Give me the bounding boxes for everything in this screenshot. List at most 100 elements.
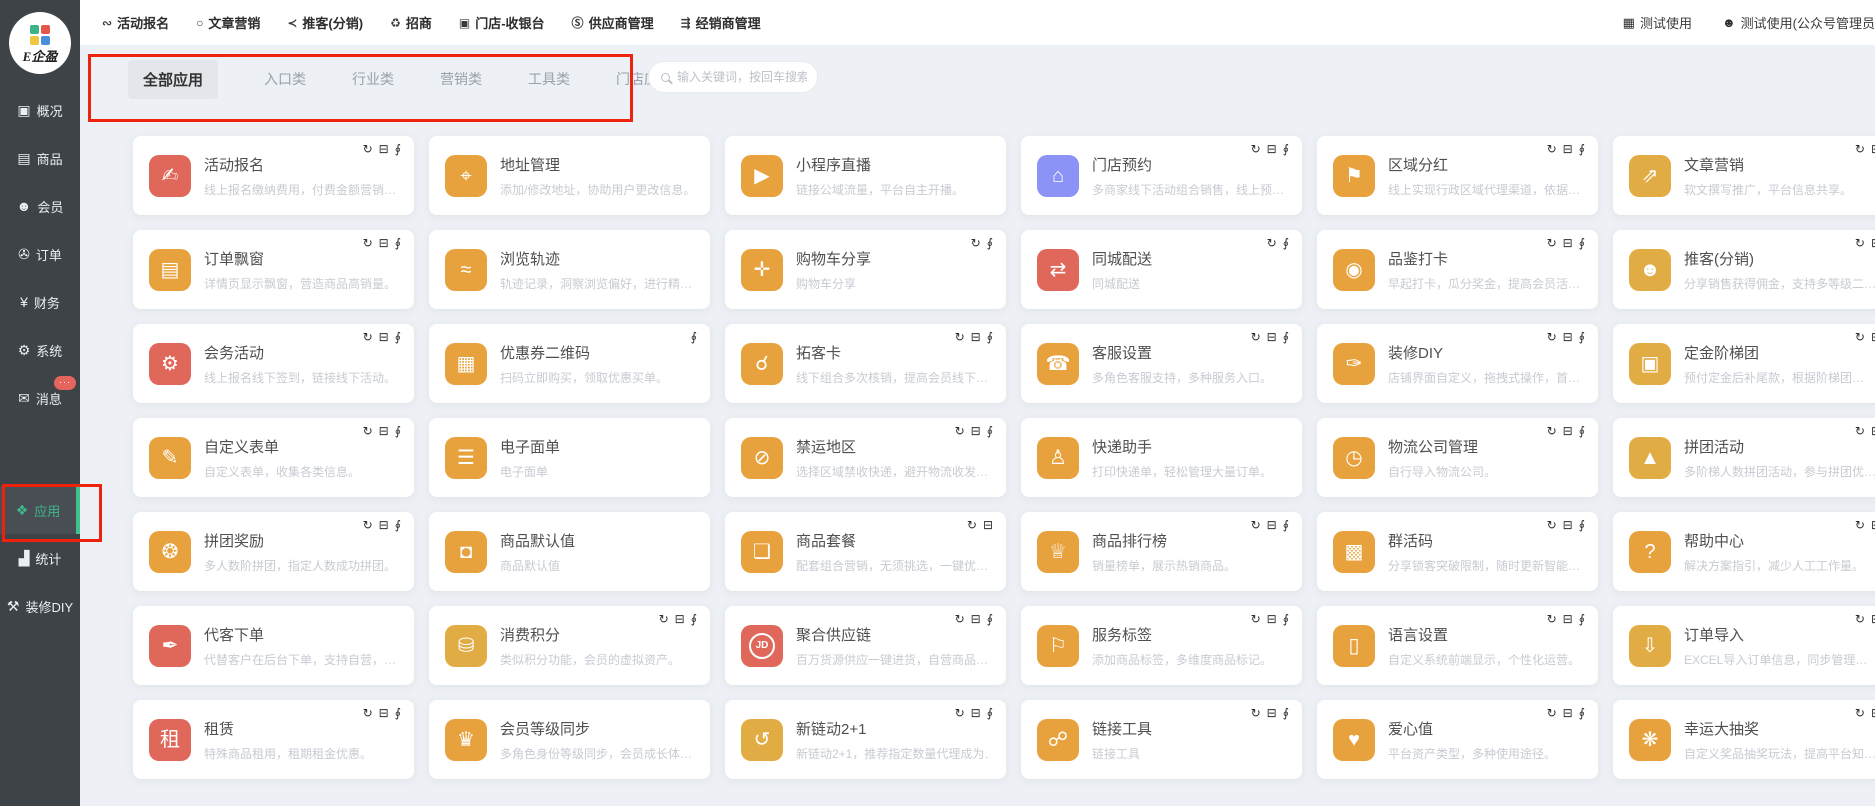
user-menu-item[interactable]: ▦ 测试使用 <box>1623 13 1692 32</box>
printer-icon[interactable]: ⊟ <box>1563 331 1573 343</box>
app-card[interactable]: ↻⊟ ? 帮助中心 解决方案指引，减少人工工作量。 <box>1613 512 1875 591</box>
printer-icon[interactable]: ⊟ <box>379 143 389 155</box>
printer-icon[interactable]: ⊟ <box>1871 519 1875 531</box>
tab-category[interactable]: 行业类 <box>352 69 394 89</box>
refresh-icon[interactable]: ↻ <box>1855 425 1865 437</box>
printer-icon[interactable]: ⊟ <box>971 331 981 343</box>
app-card[interactable]: ↻⊟ ⇩ 订单导入 EXCEL导入订单信息，同步管理… <box>1613 606 1875 685</box>
app-card[interactable]: ☰ 电子面单 电子面单 <box>429 418 710 497</box>
refresh-icon[interactable]: ↻ <box>1855 519 1865 531</box>
app-card[interactable]: ◘ 商品默认值 商品默认值 <box>429 512 710 591</box>
refresh-icon[interactable]: ↻ <box>955 707 965 719</box>
link-icon[interactable]: ∮ <box>395 143 401 155</box>
user-menu-item[interactable]: ☻ 测试使用(公众号管理员 <box>1722 13 1875 32</box>
printer-icon[interactable]: ⊟ <box>1563 613 1573 625</box>
tab-category[interactable]: 营销类 <box>440 69 482 89</box>
refresh-icon[interactable]: ↻ <box>1547 613 1557 625</box>
link-icon[interactable]: ∮ <box>1283 613 1289 625</box>
refresh-icon[interactable]: ↻ <box>363 331 373 343</box>
app-card[interactable]: ↻⊟ ☻ 推客(分销) 分享销售获得佣金，支持多等级二… <box>1613 230 1875 309</box>
printer-icon[interactable]: ⊟ <box>983 519 993 531</box>
printer-icon[interactable]: ⊟ <box>379 519 389 531</box>
refresh-icon[interactable]: ↻ <box>1547 707 1557 719</box>
sidebar-item[interactable]: ▟ 统计 <box>0 534 80 582</box>
tab-category[interactable]: 全部应用 <box>128 60 218 99</box>
link-icon[interactable]: ∮ <box>691 331 697 343</box>
printer-icon[interactable]: ⊟ <box>379 331 389 343</box>
refresh-icon[interactable]: ↻ <box>955 613 965 625</box>
app-card[interactable]: ↻∮ ✛ 购物车分享 购物车分享 <box>725 230 1006 309</box>
sidebar-item[interactable]: ☻ 会员 <box>0 182 80 230</box>
link-icon[interactable]: ∮ <box>395 237 401 249</box>
link-icon[interactable]: ∮ <box>395 425 401 437</box>
refresh-icon[interactable]: ↻ <box>1855 143 1865 155</box>
app-card[interactable]: ⌖ 地址管理 添加/修改地址，协助用户更改信息。 <box>429 136 710 215</box>
printer-icon[interactable]: ⊟ <box>675 613 685 625</box>
link-icon[interactable]: ∮ <box>1579 331 1585 343</box>
refresh-icon[interactable]: ↻ <box>363 237 373 249</box>
app-card[interactable]: ↻⊟∮ ↺ 新链动2+1 新链动2+1，推荐指定数量代理成为… <box>725 700 1006 779</box>
topnav-item[interactable]: Ⓢ 供应商管理 <box>572 13 654 32</box>
app-card[interactable]: ↻⊟ ▣ 定金阶梯团 预付定金后补尾款，根据阶梯团… <box>1613 324 1875 403</box>
printer-icon[interactable]: ⊟ <box>971 425 981 437</box>
app-card[interactable]: ↻⊟∮ ▩ 群活码 分享锁客突破限制，随时更新智能… <box>1317 512 1598 591</box>
refresh-icon[interactable]: ↻ <box>955 331 965 343</box>
printer-icon[interactable]: ⊟ <box>1267 143 1277 155</box>
link-icon[interactable]: ∮ <box>987 331 993 343</box>
refresh-icon[interactable]: ↻ <box>1547 425 1557 437</box>
printer-icon[interactable]: ⊟ <box>1267 613 1277 625</box>
refresh-icon[interactable]: ↻ <box>1251 707 1261 719</box>
refresh-icon[interactable]: ↻ <box>363 707 373 719</box>
app-card[interactable]: ↻⊟∮ ⚙ 会务活动 线上报名线下签到，链接线下活动。 <box>133 324 414 403</box>
sidebar-item[interactable]: ❖ 应用 <box>0 486 80 534</box>
printer-icon[interactable]: ⊟ <box>1563 707 1573 719</box>
app-card[interactable]: ↻⊟ ▲ 拼团活动 多阶梯人数拼团活动，参与拼团优… <box>1613 418 1875 497</box>
link-icon[interactable]: ∮ <box>987 707 993 719</box>
link-icon[interactable]: ∮ <box>395 707 401 719</box>
app-card[interactable]: ✒ 代客下单 代替客户在后台下单，支持自营，… <box>133 606 414 685</box>
refresh-icon[interactable]: ↻ <box>363 143 373 155</box>
link-icon[interactable]: ∮ <box>691 613 697 625</box>
topnav-item[interactable]: ▣ 门店-收银台 <box>459 13 545 32</box>
sidebar-item[interactable]: ▣ 概况 <box>0 86 80 134</box>
refresh-icon[interactable]: ↻ <box>1855 707 1865 719</box>
topnav-item[interactable]: ♻ 招商 <box>390 13 432 32</box>
app-card[interactable]: ↻⊟∮ ▯ 语言设置 自定义系统前端显示，个性化运营。 <box>1317 606 1598 685</box>
topnav-item[interactable]: ⇶ 经销商管理 <box>681 13 761 32</box>
link-icon[interactable]: ∮ <box>1283 237 1289 249</box>
link-icon[interactable]: ∮ <box>987 237 993 249</box>
sidebar-item[interactable]: ⚙ 系统 <box>0 326 80 374</box>
printer-icon[interactable]: ⊟ <box>1563 237 1573 249</box>
printer-icon[interactable]: ⊟ <box>379 707 389 719</box>
printer-icon[interactable]: ⊟ <box>379 237 389 249</box>
link-icon[interactable]: ∮ <box>1283 519 1289 531</box>
link-icon[interactable]: ∮ <box>1579 613 1585 625</box>
link-icon[interactable]: ∮ <box>1579 425 1585 437</box>
printer-icon[interactable]: ⊟ <box>1871 331 1875 343</box>
topnav-item[interactable]: ○ 文章营销 <box>196 13 260 32</box>
refresh-icon[interactable]: ↻ <box>363 519 373 531</box>
app-card[interactable]: ↻⊟ ⇗ 文章营销 软文撰写推广，平台信息共享。 <box>1613 136 1875 215</box>
link-icon[interactable]: ∮ <box>1283 707 1289 719</box>
refresh-icon[interactable]: ↻ <box>1251 519 1261 531</box>
refresh-icon[interactable]: ↻ <box>955 425 965 437</box>
topnav-item[interactable]: ∾ 活动报名 <box>102 13 169 32</box>
printer-icon[interactable]: ⊟ <box>1871 707 1875 719</box>
link-icon[interactable]: ∮ <box>987 613 993 625</box>
app-card[interactable]: ↻⊟ ❏ 商品套餐 配套组合营销，无须挑选，一键优… <box>725 512 1006 591</box>
refresh-icon[interactable]: ↻ <box>1855 331 1865 343</box>
link-icon[interactable]: ∮ <box>1579 237 1585 249</box>
app-card[interactable]: ↻⊟∮ ⚑ 区域分红 线上实现行政区域代理渠道，依据… <box>1317 136 1598 215</box>
refresh-icon[interactable]: ↻ <box>1547 331 1557 343</box>
refresh-icon[interactable]: ↻ <box>1547 237 1557 249</box>
app-card[interactable]: ▶ 小程序直播 链接公域流量，平台自主开播。 <box>725 136 1006 215</box>
app-card[interactable]: ↻⊟ ❋ 幸运大抽奖 自定义奖品抽奖玩法，提高平台知… <box>1613 700 1875 779</box>
link-icon[interactable]: ∮ <box>1579 519 1585 531</box>
link-icon[interactable]: ∮ <box>1283 331 1289 343</box>
app-card[interactable]: ↻⊟∮ ✎ 自定义表单 自定义表单，收集各类信息。 <box>133 418 414 497</box>
sidebar-item[interactable]: ⚒ 装修DIY <box>0 582 80 630</box>
printer-icon[interactable]: ⊟ <box>971 613 981 625</box>
app-card[interactable]: ↻⊟∮ ✑ 装修DIY 店铺界面自定义，拖拽式操作，首… <box>1317 324 1598 403</box>
app-card[interactable]: ↻⊟∮ ♥ 爱心值 平台资产类型，多种使用途径。 <box>1317 700 1598 779</box>
app-card[interactable]: ↻⊟∮ ☌ 拓客卡 线下组合多次核销，提高会员线下… <box>725 324 1006 403</box>
